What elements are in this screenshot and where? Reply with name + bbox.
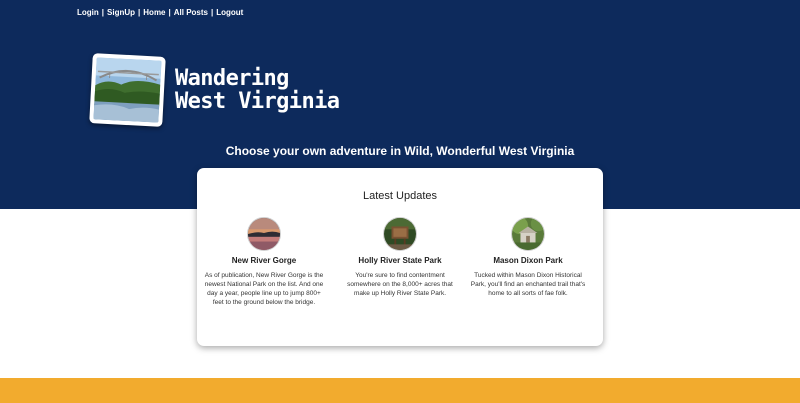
hero-tagline: Choose your own adventure in Wild, Wonde… <box>225 144 575 158</box>
latest-updates-heading: Latest Updates <box>363 190 437 202</box>
update-item-new-river-gorge[interactable]: New River Gorge As of publication, New R… <box>204 217 324 307</box>
update-item-mason-dixon-park[interactable]: Mason Dixon Park Tucked within Mason Dix… <box>468 217 588 298</box>
nav-signup-link[interactable]: SignUp <box>107 8 135 17</box>
nav-logout-link[interactable]: Logout <box>216 8 243 17</box>
footer-band <box>0 378 800 403</box>
update-description: You're sure to find contentment somewher… <box>347 272 453 297</box>
site-title-line-1: Wandering <box>175 66 289 91</box>
nav-separator: | <box>168 8 171 17</box>
bridge-photo-icon[interactable] <box>89 53 166 127</box>
nav-separator: | <box>138 8 141 17</box>
nav-all-posts-link[interactable]: All Posts <box>174 8 208 17</box>
update-description: Tucked within Mason Dixon Historical Par… <box>470 272 586 297</box>
update-description: As of publication, New River Gorge is th… <box>204 272 324 306</box>
nav-separator: | <box>101 8 105 17</box>
nav-separator: | <box>211 8 214 17</box>
nav-login-link[interactable]: Login <box>77 8 99 17</box>
sunset-lake-icon[interactable] <box>247 217 281 251</box>
top-nav: Login | SignUp | Home | All Posts | Logout <box>77 8 243 17</box>
nav-home-link[interactable]: Home <box>143 8 165 17</box>
update-title[interactable]: Mason Dixon Park <box>468 256 588 265</box>
site-title[interactable]: Wandering West Virginia <box>175 66 340 114</box>
update-title[interactable]: New River Gorge <box>204 256 324 265</box>
fairy-house-icon[interactable] <box>511 217 545 251</box>
update-item-holly-river-state-park[interactable]: Holly River State Park You're sure to fi… <box>340 217 460 298</box>
park-sign-icon[interactable] <box>383 217 417 251</box>
update-title[interactable]: Holly River State Park <box>340 256 460 265</box>
site-title-line-2: West Virginia <box>175 89 340 114</box>
latest-updates-card: Latest Updates New River Gorge As of pub… <box>197 168 603 346</box>
